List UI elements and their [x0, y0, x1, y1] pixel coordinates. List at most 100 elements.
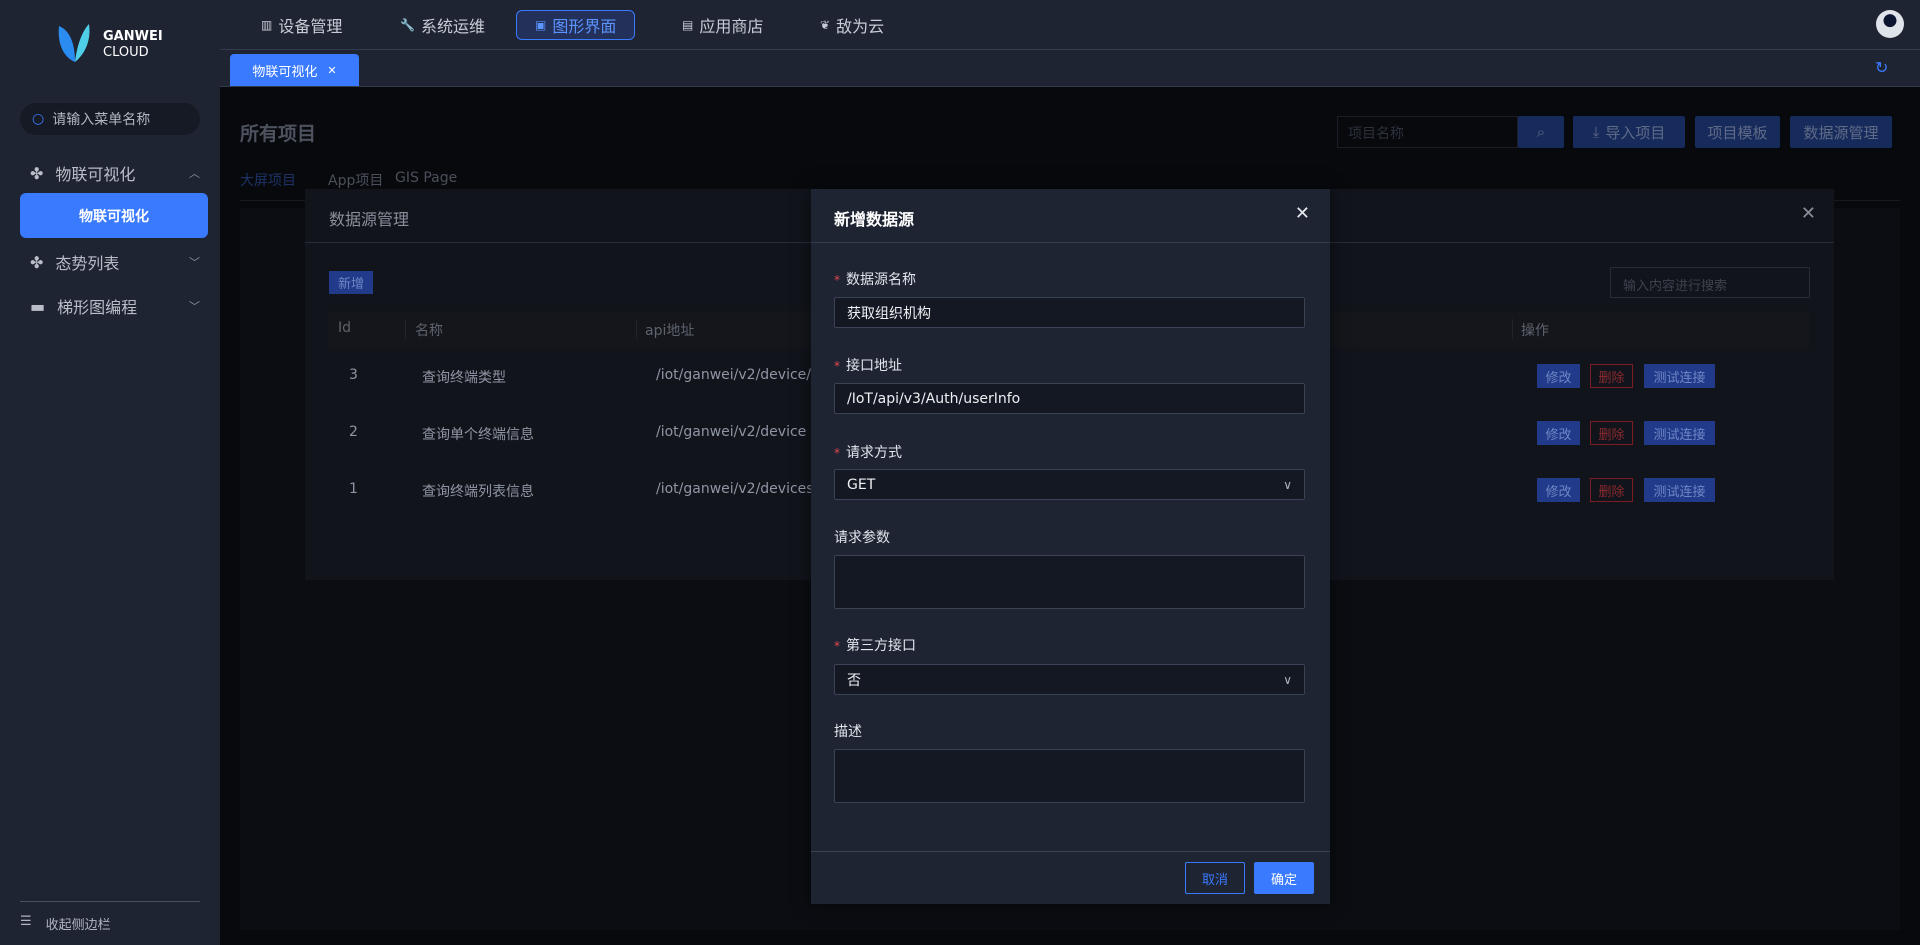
- store-icon: ▤: [682, 18, 694, 32]
- api-url-input[interactable]: /IoT/api/v3/Auth/userInfo: [834, 383, 1305, 414]
- label-text: 数据源名称: [846, 272, 916, 288]
- edit-button[interactable]: 修改: [1537, 364, 1580, 388]
- cancel-button[interactable]: 取消: [1185, 862, 1245, 894]
- column-separator: [405, 319, 406, 339]
- search-icon: ○: [32, 111, 45, 127]
- menu-search-placeholder: 请输入菜单名称: [52, 112, 151, 128]
- search-icon: ⌕: [1536, 123, 1546, 141]
- button-label: 数据源管理: [1803, 123, 1879, 142]
- button-label: 测试连接: [1653, 484, 1706, 500]
- tab-bar: 物联可视化 ✕ ↻: [220, 50, 1920, 87]
- nav-ops[interactable]: 🔧 系统运维: [400, 13, 485, 37]
- confirm-button[interactable]: 确定: [1254, 862, 1314, 894]
- logo-text-2: CLOUD: [103, 45, 149, 60]
- cell-api: /iot/ganwei/v2/device/ty: [656, 367, 825, 383]
- page-title: 所有项目: [240, 123, 317, 145]
- cell-id: 1: [349, 481, 358, 497]
- collapse-sidebar-button[interactable]: ☰ 收起侧边栏: [20, 914, 111, 933]
- description-textarea[interactable]: [834, 749, 1305, 803]
- nav-device-management[interactable]: ▥ 设备管理: [261, 13, 342, 37]
- label-third-party: * 第三方接口: [834, 638, 916, 654]
- test-connection-button[interactable]: 测试连接: [1644, 364, 1715, 388]
- delete-button[interactable]: 删除: [1590, 364, 1633, 388]
- label-method: * 请求方式: [834, 445, 902, 461]
- nav-label: 设备管理: [278, 17, 343, 36]
- cell-api: /iot/ganwei/v2/device: [656, 424, 807, 440]
- button-label: 修改: [1545, 484, 1572, 500]
- logo-text: GANWEI: [103, 29, 163, 44]
- butterfly-logo-icon: [58, 24, 90, 62]
- label-name: * 数据源名称: [834, 272, 916, 288]
- chevron-down-icon: ∨: [1283, 477, 1292, 492]
- logo: GANWEI CLOUD: [55, 22, 163, 68]
- chevron-down-icon: ∨: [1283, 672, 1292, 687]
- button-label: 删除: [1598, 427, 1625, 443]
- nav-app-store[interactable]: ▤ 应用商店: [682, 13, 763, 37]
- request-params-textarea[interactable]: [834, 555, 1305, 609]
- column-header-id: Id: [338, 320, 352, 336]
- tab-large-screen[interactable]: 大屏项目: [240, 170, 296, 190]
- input-value: /IoT/api/v3/Auth/userInfo: [847, 390, 1021, 407]
- nav-graphic-ui[interactable]: ▣ 图形界面: [516, 10, 636, 40]
- sidebar-item-iot-visual[interactable]: ✤ 物联可视化 ︿: [30, 161, 200, 185]
- column-separator: [1512, 319, 1513, 339]
- import-project-button[interactable]: ⤓ 导入项目: [1573, 116, 1685, 148]
- delete-button[interactable]: 删除: [1590, 478, 1633, 502]
- column-header-name: 名称: [415, 323, 443, 339]
- datasource-name-input[interactable]: 获取组织机构: [834, 297, 1305, 328]
- menu-search-input[interactable]: ○ 请输入菜单名称: [20, 103, 200, 135]
- button-label: 项目模板: [1707, 123, 1768, 142]
- edit-button[interactable]: 修改: [1537, 478, 1580, 502]
- user-avatar[interactable]: [1876, 10, 1904, 38]
- sidebar-item-ladder[interactable]: ▬ 梯形图编程 ﹀: [30, 294, 200, 318]
- select-value: GET: [847, 476, 876, 493]
- delete-button[interactable]: 删除: [1590, 421, 1633, 445]
- chevron-down-icon: ﹀: [189, 300, 200, 313]
- button-label: 删除: [1598, 370, 1625, 386]
- datasource-search-input[interactable]: 输入内容进行搜索: [1610, 267, 1810, 298]
- cell-id: 3: [349, 367, 358, 383]
- tab-gis[interactable]: GIS Page: [395, 170, 457, 186]
- cell-name: 查询终端列表信息: [422, 484, 534, 500]
- menu-label: 梯形图编程: [57, 298, 138, 317]
- test-connection-button[interactable]: 测试连接: [1644, 421, 1715, 445]
- datasource-management-button[interactable]: 数据源管理: [1790, 116, 1892, 148]
- sidebar-subitem-iot-visual[interactable]: 物联可视化: [20, 193, 208, 238]
- monitor-icon: ▣: [535, 18, 547, 32]
- label-text: 请求方式: [846, 445, 902, 461]
- divider: [20, 901, 200, 902]
- tab-app[interactable]: App项目: [328, 170, 383, 190]
- request-method-select[interactable]: GET ∨: [834, 469, 1305, 500]
- cell-id: 2: [349, 424, 358, 440]
- close-tab-icon[interactable]: ✕: [327, 64, 336, 77]
- tab-iot-visual[interactable]: 物联可视化 ✕: [230, 54, 359, 86]
- close-icon[interactable]: ✕: [1295, 203, 1310, 224]
- search-placeholder: 项目名称: [1348, 126, 1404, 142]
- edit-button[interactable]: 修改: [1537, 421, 1580, 445]
- third-party-select[interactable]: 否 ∨: [834, 664, 1305, 695]
- sidebar-item-situation-list[interactable]: ✤ 态势列表 ﹀: [30, 250, 200, 274]
- label-desc: 描述: [834, 721, 862, 741]
- column-header-api: api地址: [645, 323, 695, 339]
- label-text: 接口地址: [846, 358, 902, 374]
- menu-label: 态势列表: [55, 254, 120, 273]
- refresh-icon[interactable]: ↻: [1875, 58, 1888, 77]
- add-datasource-button[interactable]: 新增: [329, 271, 373, 294]
- button-label: 修改: [1545, 427, 1572, 443]
- menu-label: 物联可视化: [55, 165, 136, 184]
- label-url: * 接口地址: [834, 358, 902, 374]
- nav-label: 敌为云: [836, 17, 885, 36]
- cell-name: 查询终端类型: [422, 370, 506, 386]
- nav-cloud[interactable]: ❦ 敌为云: [820, 13, 884, 37]
- button-label: 修改: [1545, 370, 1572, 386]
- close-icon[interactable]: ✕: [1801, 203, 1816, 224]
- button-label: 测试连接: [1653, 370, 1706, 386]
- project-search-input[interactable]: 项目名称: [1337, 116, 1518, 148]
- chevron-down-icon: ﹀: [189, 256, 200, 269]
- sidebar: GANWEI CLOUD ○ 请输入菜单名称 ✤ 物联可视化 ︿ 物联可视化 ✤ 态势列…: [0, 0, 220, 945]
- project-template-button[interactable]: 项目模板: [1695, 116, 1780, 148]
- test-connection-button[interactable]: 测试连接: [1644, 478, 1715, 502]
- button-label: 确定: [1270, 872, 1297, 888]
- project-search-button[interactable]: ⌕: [1518, 116, 1564, 148]
- ladder-icon: ▬: [30, 296, 46, 316]
